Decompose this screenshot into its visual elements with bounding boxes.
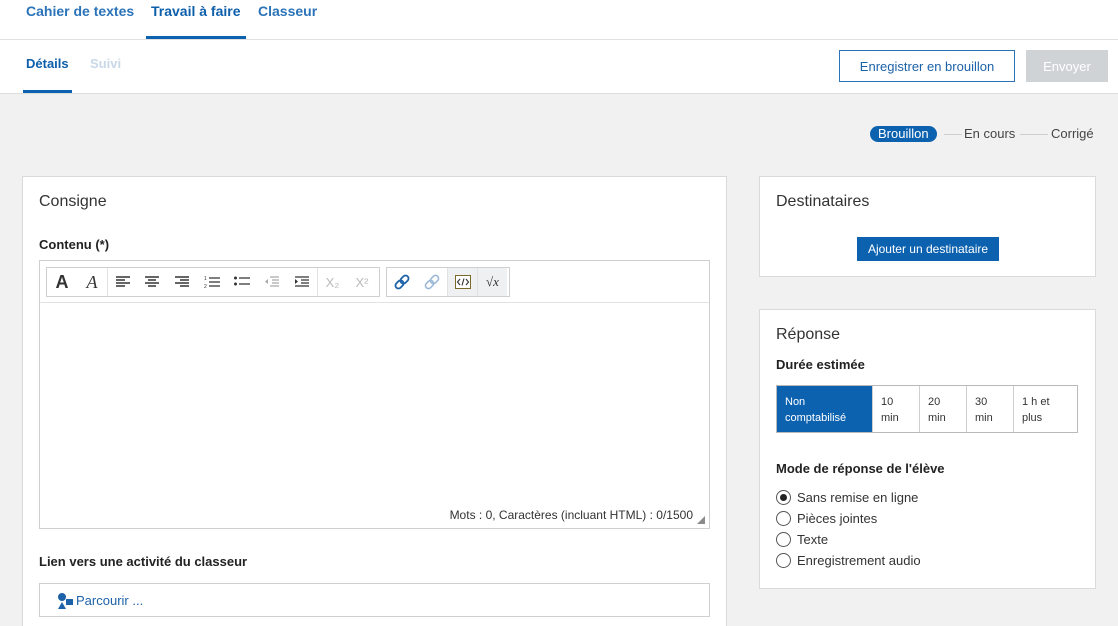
- radio-button[interactable]: [776, 552, 791, 568]
- outdent-icon: [265, 276, 279, 287]
- stepper-connector: [944, 134, 962, 135]
- recipients-panel: Destinataires Ajouter un destinataire: [759, 176, 1096, 277]
- align-center-button[interactable]: [137, 268, 167, 296]
- align-left-icon: [115, 276, 130, 287]
- svg-text:1: 1: [204, 276, 207, 282]
- response-mode-label: Mode de réponse de l'élève: [776, 461, 945, 476]
- subtab-details[interactable]: Détails: [23, 40, 72, 93]
- editor-toolbar: A A 12 X₂ X² √x: [40, 261, 709, 303]
- font-style-icon: A: [86, 271, 98, 292]
- subtab-suivi: Suivi: [90, 56, 122, 71]
- subscript-button[interactable]: X₂: [317, 268, 347, 296]
- radio-button[interactable]: [776, 531, 791, 547]
- rich-text-editor[interactable]: A A 12 X₂ X² √x Mots: 0, Caractères (in…: [39, 260, 710, 529]
- response-mode-text: Pièces jointes: [797, 510, 878, 526]
- indent-button[interactable]: [287, 268, 317, 296]
- shapes-icon: [58, 593, 73, 609]
- svg-text:2: 2: [204, 284, 207, 289]
- subscript-icon: X₂: [325, 274, 340, 290]
- response-mode-option[interactable]: Enregistrement audio: [776, 550, 921, 570]
- indent-icon: [295, 276, 309, 287]
- tab-classeur[interactable]: Classeur: [258, 0, 317, 39]
- font-style-button[interactable]: A: [77, 268, 107, 296]
- duration-option[interactable]: Non comptabilisé: [777, 386, 872, 432]
- font-family-button[interactable]: A: [47, 268, 77, 296]
- sub-navigation: Détails Suivi Enregistrer en brouillon E…: [0, 40, 1118, 94]
- duration-option[interactable]: 10 min: [872, 386, 919, 432]
- ordered-list-button[interactable]: 12: [197, 268, 227, 296]
- align-right-icon: [175, 276, 189, 287]
- status-step-brouillon: Brouillon: [870, 126, 937, 142]
- bullet-list-button[interactable]: [227, 268, 257, 296]
- consigne-title: Consigne: [39, 193, 107, 210]
- tab-cahier-de-textes[interactable]: Cahier de textes: [26, 0, 134, 39]
- bullet-list-icon: [234, 276, 250, 286]
- status-stepper: Brouillon En cours Corrigé: [0, 124, 1118, 144]
- save-draft-button[interactable]: Enregistrer en brouillon: [839, 50, 1015, 82]
- response-title: Réponse: [776, 326, 841, 343]
- recipients-title: Destinataires: [776, 193, 870, 210]
- insert-group: √x: [386, 267, 510, 297]
- superscript-icon: X²: [355, 274, 369, 290]
- ordered-list-icon: 12: [204, 276, 220, 289]
- unlink-icon: [424, 274, 440, 290]
- send-button: Envoyer: [1026, 50, 1108, 82]
- status-step-corrige: Corrigé: [1051, 126, 1094, 141]
- tab-travail-a-faire[interactable]: Travail à faire: [146, 0, 246, 39]
- duration-option[interactable]: 20 min: [919, 386, 966, 432]
- duration-selector: Non comptabilisé 10 min 20 min 30 min 1 …: [776, 385, 1078, 433]
- formatting-group: A A 12 X₂ X²: [46, 267, 380, 297]
- status-step-en-cours: En cours: [964, 126, 1016, 141]
- align-left-button[interactable]: [107, 268, 137, 296]
- link-icon: [394, 274, 410, 290]
- response-mode-option[interactable]: Pièces jointes: [776, 508, 877, 528]
- radio-button[interactable]: [776, 489, 791, 505]
- align-center-icon: [145, 276, 159, 287]
- duration-option[interactable]: 30 min: [966, 386, 1013, 432]
- insert-link-button[interactable]: [387, 268, 417, 296]
- font-icon: A: [55, 271, 69, 292]
- align-right-button[interactable]: [167, 268, 197, 296]
- formula-icon: √x: [486, 274, 499, 289]
- duration-label: Durée estimée: [776, 357, 865, 372]
- response-panel: Réponse Durée estimée Non comptabilisé 1…: [759, 309, 1096, 589]
- response-mode-text: Enregistrement audio: [797, 552, 921, 568]
- top-navigation: Cahier de textes Travail à faire Classeu…: [0, 0, 1118, 40]
- radio-button[interactable]: [776, 510, 791, 526]
- content-label: Contenu (*): [39, 237, 110, 252]
- character-counter: Mots : 0, Caractères (incluant HTML) : 0…: [449, 508, 693, 522]
- duration-option[interactable]: 1 h et plus: [1013, 386, 1077, 432]
- unlink-button[interactable]: [417, 268, 447, 296]
- response-mode-text: Texte: [797, 531, 829, 547]
- consigne-panel: Consigne Contenu (*) A A 12 X₂ X² √x Mot…: [22, 176, 727, 626]
- response-mode-option[interactable]: Texte: [776, 529, 828, 549]
- superscript-button[interactable]: X²: [347, 268, 377, 296]
- response-mode-option[interactable]: Sans remise en ligne: [776, 487, 918, 507]
- outdent-button[interactable]: [257, 268, 287, 296]
- response-mode-text: Sans remise en ligne: [797, 489, 919, 505]
- browse-label: Parcourir ...: [76, 593, 144, 608]
- code-icon: [454, 275, 471, 289]
- stepper-connector: [1020, 134, 1048, 135]
- browse-activity-button[interactable]: Parcourir ...: [39, 583, 710, 617]
- activity-link-label: Lien vers une activité du classeur: [39, 554, 248, 569]
- source-code-button[interactable]: [447, 268, 477, 296]
- formula-button[interactable]: √x: [477, 268, 507, 296]
- resize-handle[interactable]: [697, 516, 705, 524]
- add-recipient-button[interactable]: Ajouter un destinataire: [857, 237, 999, 261]
